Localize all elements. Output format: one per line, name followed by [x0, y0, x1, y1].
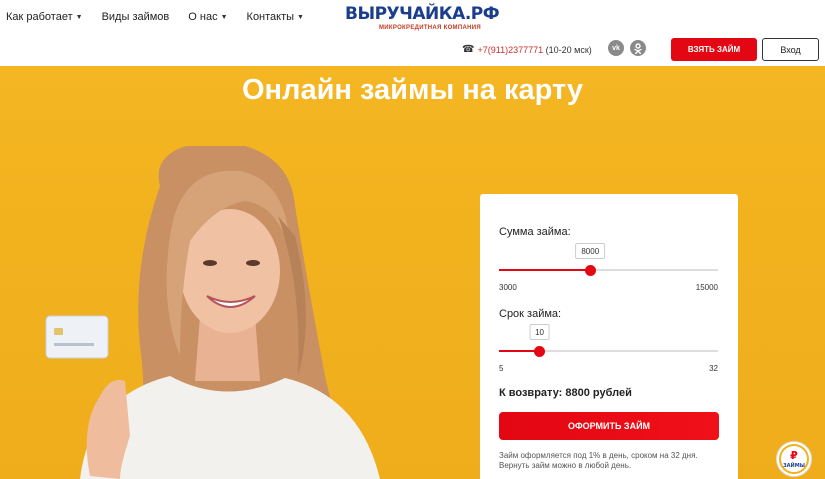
vk-icon[interactable]: vk	[608, 40, 624, 56]
hero-section: Онлайн займы на карту Сумма займа: 8000	[0, 66, 825, 479]
amount-min: 3000	[499, 283, 517, 292]
amount-label: Сумма займа:	[499, 226, 571, 238]
caret-down-icon: ▼	[75, 13, 83, 21]
nav-item-loan-types[interactable]: Виды займов	[102, 11, 170, 23]
nav-item-contacts[interactable]: Контакты ▼	[247, 11, 304, 23]
badge-label: ЗАЙМЫ	[783, 461, 805, 469]
term-slider[interactable]: 10	[499, 324, 718, 357]
amount-value-tooltip: 8000	[575, 243, 606, 259]
nav-item-label: О нас	[188, 11, 218, 23]
amount-slider[interactable]: 8000	[499, 243, 718, 276]
apply-loan-button[interactable]: ОФОРМИТЬ ЗАЙМ	[499, 412, 719, 440]
take-loan-button[interactable]: ВЗЯТЬ ЗАЙМ	[671, 38, 757, 61]
amount-slider-handle[interactable]	[584, 264, 596, 276]
term-value-tooltip: 10	[529, 324, 550, 340]
loan-terms-note: Займ оформляется под 1% в день, сроком н…	[499, 451, 698, 470]
caret-down-icon: ▼	[220, 13, 228, 21]
phone-hours: (10-20 мск)	[545, 44, 592, 55]
phone-contact[interactable]: ☎ +7(911)2377771 (10-20 мск)	[462, 44, 592, 55]
login-button[interactable]: Вход	[762, 38, 819, 61]
svg-text:₽: ₽	[790, 449, 798, 462]
amount-range: 3000 15000	[499, 283, 718, 292]
caret-down-icon: ▼	[297, 13, 304, 21]
phone-icon: ☎	[462, 44, 475, 55]
nav-item-how-it-works[interactable]: Как работает ▼	[6, 11, 83, 23]
amount-slider-fill	[499, 269, 591, 271]
logo-text: ВЫРУЧАЙКА.РФ	[345, 4, 500, 24]
term-slider-handle[interactable]	[534, 345, 546, 357]
loan-calculator-card: Сумма займа: 8000 3000 15000 Срок займа:…	[480, 194, 738, 479]
repayment-total: К возврату: 8800 рублей	[499, 387, 632, 399]
logo-subtitle: МИКРОКРЕДИТНАЯ КОМПАНИЯ	[379, 25, 481, 31]
hero-title: Онлайн займы на карту	[241, 74, 584, 106]
nav-item-label: Как работает	[6, 11, 73, 23]
nav-item-label: Контакты	[246, 11, 295, 23]
term-min: 5	[499, 364, 504, 373]
ok-glyph	[634, 42, 642, 54]
woman-with-card-image	[45, 146, 380, 479]
odnoklassniki-icon[interactable]	[630, 40, 646, 56]
phone-number: +7(911)2377771	[477, 44, 544, 55]
term-range: 5 32	[499, 364, 718, 373]
site-logo[interactable]: ВЫРУЧАЙКА.РФ МИКРОКРЕДИТНАЯ КОМПАНИЯ	[345, 4, 500, 34]
main-nav: Как работает ▼ Виды займов О нас ▼ Контакт…	[6, 11, 323, 23]
term-max: 32	[709, 364, 718, 373]
badge-logo: ₽ ЗАЙМЫ	[779, 444, 809, 474]
site-header: Как работает ▼ Виды займов О нас ▼ Контакт…	[0, 0, 825, 66]
nav-item-about[interactable]: О нас ▼	[188, 11, 227, 23]
term-label: Срок займа:	[499, 308, 562, 320]
amount-max: 15000	[695, 283, 718, 292]
zaimy-badge-icon[interactable]: ₽ ЗАЙМЫ	[776, 441, 812, 477]
nav-item-label: Виды займов	[101, 11, 170, 23]
